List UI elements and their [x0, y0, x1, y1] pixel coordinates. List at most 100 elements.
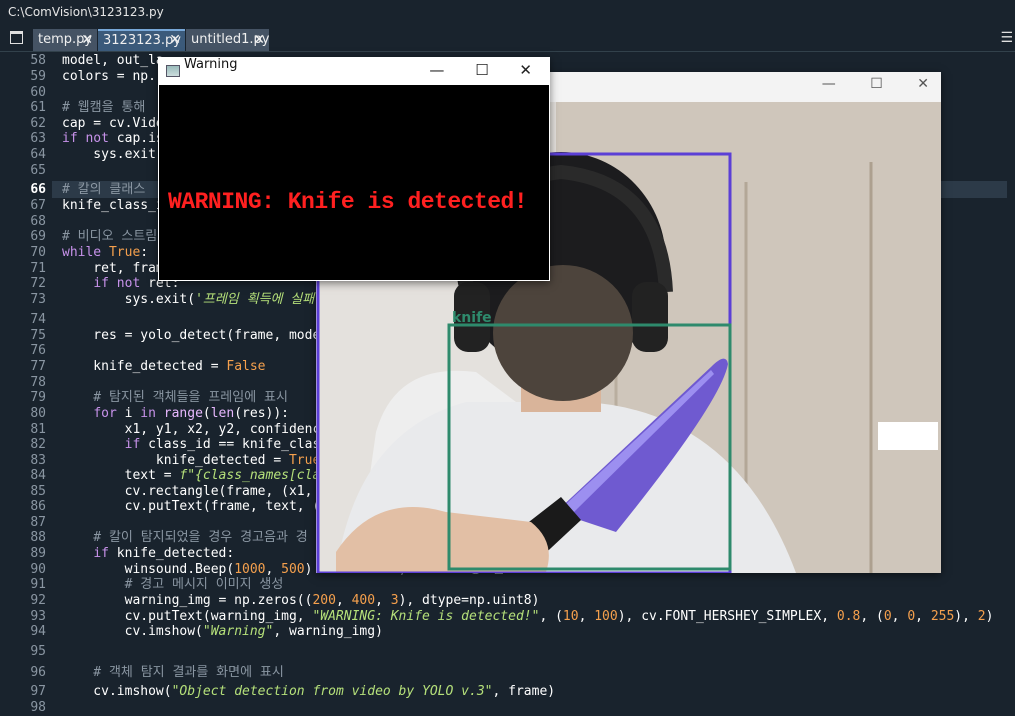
- code-line: warning_img = np.zeros((200, 400, 3), dt…: [62, 593, 540, 608]
- code-line: knife_detected = False: [62, 359, 266, 374]
- code-line: ret, fram: [62, 261, 164, 276]
- line-number: 86: [30, 499, 46, 514]
- line-number: 78: [30, 375, 46, 390]
- code-line: while True:: [62, 245, 149, 260]
- code-line: x1, y1, x2, y2, confidence: [62, 422, 329, 437]
- tab-untitled1-py[interactable]: untitled1.py ✕: [186, 29, 270, 51]
- line-number: 58: [30, 53, 46, 68]
- hamburger-menu-icon[interactable]: ☰: [1000, 30, 1013, 46]
- line-number: 92: [30, 593, 46, 608]
- warning-window[interactable]: Warning — ☐ ✕ WARNING: Knife is detected…: [158, 57, 550, 281]
- maximize-icon[interactable]: ☐: [870, 76, 883, 92]
- line-number: 62: [30, 116, 46, 131]
- code-line: knife_detected = True: [62, 453, 321, 468]
- warning-message: WARNING: Knife is detected!: [168, 189, 528, 215]
- close-icon[interactable]: ✕: [253, 29, 265, 51]
- line-number: 88: [30, 530, 46, 545]
- line-number: 79: [30, 390, 46, 405]
- line-number: 66: [30, 182, 46, 197]
- line-number: 83: [30, 453, 46, 468]
- line-number: 74: [30, 312, 46, 327]
- line-number: 72: [30, 276, 46, 291]
- tab-temp-py[interactable]: temp.py ✕: [33, 29, 97, 51]
- warning-window-title: Warning: [184, 57, 238, 72]
- line-number: 63: [30, 131, 46, 146]
- code-line: text = f"{class_names[clas: [62, 468, 329, 483]
- line-number: 96: [30, 665, 46, 680]
- line-number: 98: [30, 700, 46, 715]
- line-number: 84: [30, 468, 46, 483]
- code-line: cap = cv.Vide: [62, 116, 164, 131]
- close-icon[interactable]: ✕: [169, 31, 181, 50]
- line-number: 73: [30, 292, 46, 307]
- code-line: model, out_la: [62, 53, 164, 68]
- line-number: 75: [30, 328, 46, 343]
- line-number: 91: [30, 577, 46, 592]
- line-number: 77: [30, 359, 46, 374]
- code-line: # 칼이 탐지되었을 경우 경고음과 경: [62, 530, 308, 545]
- line-number: 69: [30, 229, 46, 244]
- warning-image: WARNING: Knife is detected!: [159, 85, 549, 280]
- line-number: 76: [30, 343, 46, 358]
- line-number: 70: [30, 245, 46, 260]
- window-title-bar: C:\ComVision\3123123.py: [0, 0, 1015, 26]
- editor-tab-bar: temp.py ✕ 3123123.py ✕ untitled1.py ✕ ☰: [0, 26, 1015, 52]
- line-number: 94: [30, 624, 46, 639]
- line-number: 68: [30, 214, 46, 229]
- line-number: 65: [30, 163, 46, 178]
- code-line: cv.imshow("Object detection from video b…: [62, 684, 556, 699]
- code-line: # 경고 메시지 이미지 생성: [62, 577, 284, 592]
- line-number: 93: [30, 609, 46, 624]
- line-number: 97: [30, 684, 46, 699]
- line-number: 85: [30, 484, 46, 499]
- line-number: 87: [30, 515, 46, 530]
- line-number: 71: [30, 261, 46, 276]
- code-line: # 칼의 클래스: [62, 182, 146, 197]
- line-number: 90: [30, 562, 46, 577]
- code-line: cv.putText(warning_img, "WARNING: Knife …: [62, 609, 994, 624]
- code-line: cv.rectangle(frame, (x1, y: [62, 484, 329, 499]
- line-number: 89: [30, 546, 46, 561]
- code-line: sys.exit(: [62, 147, 164, 162]
- code-line: for i in range(len(res)):: [93, 406, 290, 421]
- code-line: sys.exit('프레임 획득에 실패: [62, 292, 315, 307]
- code-line: if class_id == knife_class: [124, 437, 329, 452]
- code-line: # 객체 탐지 결과를 화면에 표시: [62, 665, 284, 680]
- knife-label: knife: [452, 310, 492, 326]
- code-line: # 탐지된 객체들을 프레임에 표시: [62, 390, 288, 405]
- line-number-gutter: 58 59 60 61 62 63 64 65 66 67 68 69 70 71 72 73 74 75 76 77…: [0, 52, 52, 715]
- code-line: # 비디오 스트림: [62, 229, 158, 244]
- line-number: 61: [30, 100, 46, 115]
- minimize-icon[interactable]: —: [822, 76, 836, 92]
- code-line: knife_class_i: [62, 198, 164, 213]
- code-line: # 웹캠을 통해: [62, 100, 146, 115]
- line-number: 60: [30, 85, 46, 100]
- line-number: 59: [30, 69, 46, 84]
- window-title: C:\ComVision\3123123.py: [8, 5, 164, 19]
- window-controls: — ☐ ✕: [792, 76, 929, 92]
- code-line: cv.imshow("Warning", warning_img): [62, 624, 383, 639]
- line-number: 81: [30, 422, 46, 437]
- code-line: res = yolo_detect(frame, model: [62, 328, 329, 343]
- headphone-cup-right: [632, 282, 668, 352]
- code-line: cv.putText(frame, text, (x: [62, 499, 329, 514]
- close-icon[interactable]: ✕: [917, 76, 929, 92]
- line-number: 82: [30, 437, 46, 452]
- line-number: 80: [30, 406, 46, 421]
- window-controls: — ☐ ✕: [403, 61, 532, 79]
- code-line: if not cap.is: [62, 131, 164, 146]
- window-light: [878, 422, 938, 450]
- line-number: 64: [30, 147, 46, 162]
- code-line: colors = np.r: [62, 69, 164, 84]
- maximize-icon[interactable]: ☐: [475, 61, 488, 79]
- face-privacy-blur: [493, 265, 633, 401]
- close-icon[interactable]: ✕: [519, 61, 532, 79]
- line-number: 67: [30, 198, 46, 213]
- app-icon: [166, 65, 180, 77]
- minimize-icon[interactable]: —: [429, 61, 444, 79]
- code-line: if knife_detected:: [93, 546, 235, 561]
- tab-3123123-py[interactable]: 3123123.py ✕: [98, 29, 185, 51]
- line-number: 95: [30, 644, 46, 659]
- close-icon[interactable]: ✕: [81, 29, 93, 51]
- panel-icon[interactable]: [10, 31, 23, 44]
